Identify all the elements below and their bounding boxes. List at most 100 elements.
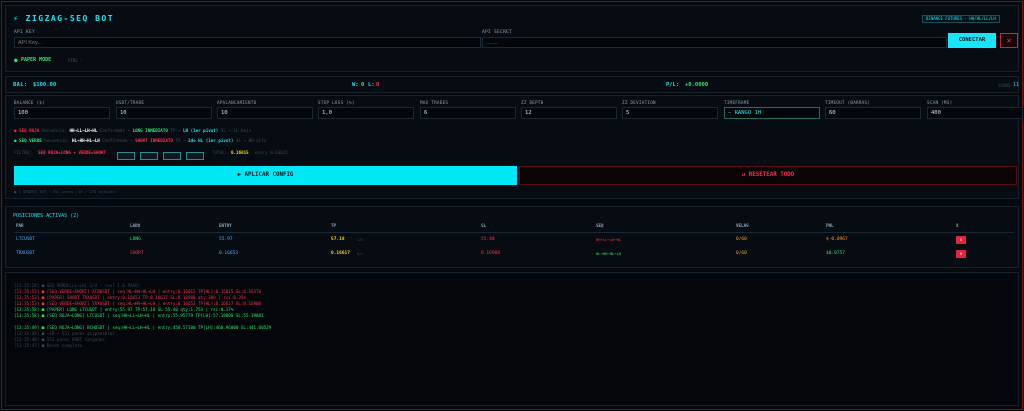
log-line: [13:35:47] ■ Reset completo [14,343,83,348]
filter-toggle-1[interactable] [117,152,135,160]
config-field-input[interactable]: 60 [825,107,921,119]
rule-seq: HL→HH→HL→LH [72,138,100,143]
app-title: ⚡ ZIGZAG-SEQ BOT [13,14,115,23]
table-header: PAR [16,223,24,228]
wins-label: W: [352,82,359,88]
rule-tag: ● SEQ VERDE [14,138,42,143]
api-key-label: API KEY [14,30,36,35]
table-header: X [956,223,959,228]
api-key-input[interactable] [14,37,481,48]
paper-mode-label[interactable]: PAPER MODE [21,57,51,63]
filter-toggle-4[interactable] [186,152,204,160]
pl-value: +0.0000 [685,82,709,88]
position-candles: 0/60 [736,237,747,242]
rule-action: LONG INMEDIATO [132,128,168,133]
config-field-input[interactable]: 12 [521,107,617,119]
rule-tp-pre: TP → [175,138,186,143]
position-sl: 0.16908 [481,251,500,256]
table-header: LADO [130,223,141,228]
config-panel: BALANCE ($) 100 USDT/TRADE 10 APALANCAMIENTO… [5,95,1023,199]
position-pair: LTCUSDT [16,237,35,242]
config-field-input[interactable]: 6 [420,107,516,119]
config-field-label: BALANCE ($) [14,100,46,105]
position-side: SHORT [130,251,144,256]
config-field-input[interactable]: 1,0 [318,107,414,119]
rule-seq: HH→LL→LH→HL [69,128,98,133]
wins-value: 0 [361,82,365,88]
position-tp: 0.16617 [331,251,350,256]
filter-value: SEQ ROJA=LONG + VERDE=SHORT [38,150,107,155]
rule-mid: Confirmado → [102,138,133,143]
rule-pre: Secuencia: [41,128,67,133]
table-divider [14,232,1014,233]
position-pair: TRXUSDT [16,251,35,256]
config-field-input[interactable]: 400 [927,107,1023,119]
config-field-label: ZZ DEPTH [521,100,544,105]
log-panel: [13:35:28] ■ SEQ VERDE(LL→LH) 3/4 · (vol… [5,272,1019,406]
reset-all-button[interactable]: ↺ RESETEAR TODO [519,166,1017,185]
rule-tag: ● SEQ ROJA [14,128,40,133]
api-secret-input[interactable] [482,37,947,48]
status-bar: BAL: $100.00 W: 0 L: 0 P/L: +0.0000 SCAN… [5,76,1019,93]
close-button[interactable]: ✕ [1000,33,1018,48]
config-field-input[interactable]: 5 [622,107,718,119]
config-field-input[interactable]: 10 [217,107,313,119]
apply-config-button[interactable]: ▶ APLICAR CONFIG [14,166,517,185]
exchange-badge: BINANCE FUTURES · HH/HL/LL/LH [922,15,1000,23]
config-field-label: MAX TRADES [420,100,449,105]
losses-label: L: [368,82,375,88]
api-secret-label: API SECRET [482,30,513,35]
losses-value: 0 [376,82,380,88]
rule-tp: 2do HL (1er pivot) [188,138,234,143]
rule-action: SHORT INMEDIATO [135,138,173,143]
table-header: SEQ [596,223,604,228]
position-tp-note: +2% [357,238,364,242]
ping-label: PING — [68,58,83,63]
position-pnl: $-0.0967 [826,237,848,242]
config-field-label: ZZ DEVIATION [622,100,656,105]
log-lines: [13:35:28] ■ SEQ VERDE(LL→LH) 3/4 · (vol… [14,283,271,349]
positions-title: POSICIONES ACTIVAS (2) [13,213,80,219]
rule-row-green: ● SEQ VERDE Secuencia: HL→HH→HL→LH Confi… [14,138,266,143]
rule-mid: Confirmado → [99,128,131,133]
total-label: TOTAL: [212,150,228,155]
positions-panel: POSICIONES ACTIVAS (2) PAR LADO ENTRY TP SL S… [5,206,1019,268]
table-header: TP [331,223,337,228]
config-field-label: APALANCAMIENTO [217,100,257,105]
position-pnl: $0.0757 [826,251,845,256]
rule-tp: LH (1er pivot) [183,128,219,133]
config-field-label: TIMEOUT (BARRAS) [825,100,871,105]
total-value: 0.16015 [231,150,249,155]
filter-label: FILTRO: [14,150,32,155]
table-header: VELAS [736,223,749,228]
scans-label: SCANS: [998,83,1013,88]
rule-row-red: ● SEQ ROJA Secuencia: HH→LL→LH→HL Confir… [14,128,251,133]
config-field-label: STOP LOSS (%) [318,100,355,105]
scans-value: 11 [1013,82,1020,88]
filter-toggle-3[interactable] [163,152,181,160]
close-position-button[interactable]: ✕ [956,236,966,244]
table-header: PNL [826,223,834,228]
table-header: ENTRY [219,223,232,228]
balance-value: $100.00 [33,82,57,88]
balance-label: BAL: [13,82,28,88]
config-field-label: USDT/TRADE [116,100,145,105]
position-side: LONG [130,237,141,242]
position-seq: HH→LL→LH→HL [596,237,622,242]
rule-tp-pre: TP → [170,128,181,133]
close-position-button[interactable]: ✕ [956,250,966,258]
header-panel: ⚡ ZIGZAG-SEQ BOT BINANCE FUTURES · HH/HL… [5,5,1019,72]
log-line: [13:35:58] ■ [SEQ ROJA→LONG] LTCUSDT | s… [14,313,264,318]
position-sl: 55.40 [481,237,495,242]
position-entry: 55.97 [219,237,233,242]
rule-sl: SL → HH alto [235,138,267,143]
timeframe-select[interactable]: — RANGO 1H [724,107,820,119]
config-field-label: SCAN (MS) [927,100,953,105]
position-entry: 0.16653 [219,251,238,256]
entry-label: entry 0.16015 [255,150,288,155]
config-note: ● 1 ORDERS TOT · 552 pares (10 / 170 act… [14,189,117,194]
filter-toggle-2[interactable] [140,152,158,160]
connect-button[interactable]: CONECTAR [948,33,996,48]
config-field-input[interactable]: 100 [14,107,110,119]
config-field-input[interactable]: 10 [116,107,212,119]
